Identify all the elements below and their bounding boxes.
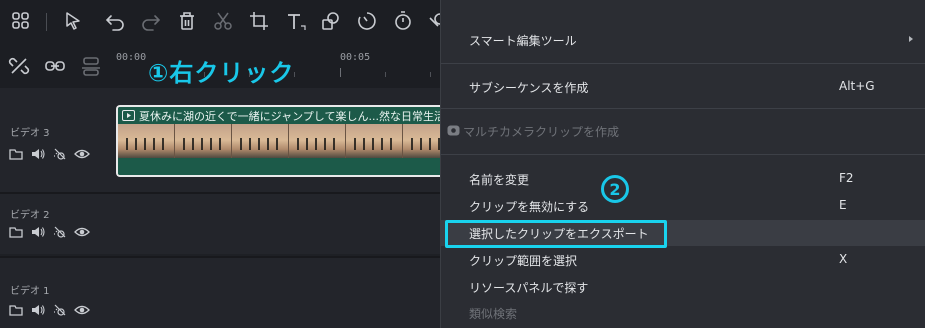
lane-video-1[interactable] [114, 258, 440, 328]
timer-icon[interactable] [392, 10, 414, 32]
menu-item-shortcut: Alt+G [839, 79, 875, 93]
shape-icon[interactable] [320, 10, 342, 32]
menu-item-create-subsequence[interactable]: サブシーケンスを作成 Alt+G [441, 74, 925, 100]
menu-item-shortcut: F2 [839, 171, 854, 185]
annotation-right-click: ①右クリック [148, 59, 295, 87]
speaker-icon[interactable] [30, 302, 46, 318]
ruler-label-5s: 00:05 [340, 52, 371, 63]
eye-icon[interactable] [74, 302, 90, 318]
clip-thumbnail [403, 124, 440, 160]
menu-item-disable-clip[interactable]: クリップを無効にする E [441, 193, 925, 219]
submenu-arrow-icon [909, 36, 913, 42]
lane-divider [0, 192, 440, 194]
menu-item-shortcut: X [839, 252, 848, 266]
lane-divider [0, 256, 440, 258]
clip-thumbnail [175, 124, 232, 160]
track-name: ビデオ 1 [10, 286, 50, 297]
menu-item-label: リソースパネルで探す [469, 281, 589, 295]
speaker-icon[interactable] [30, 146, 46, 162]
menu-item-smart-edit-tools[interactable]: スマート編集ツール [441, 27, 925, 53]
effect-toggle-icon[interactable] [52, 224, 68, 240]
ruler-label-start: 00:00 [116, 52, 147, 63]
menu-item-label: スマート編集ツール [469, 34, 577, 48]
cut-icon[interactable] [212, 10, 234, 32]
track-name: ビデオ 2 [10, 210, 50, 221]
menu-item-label: 名前を変更 [469, 173, 530, 187]
speed-icon[interactable] [356, 10, 378, 32]
effect-toggle-icon[interactable] [52, 302, 68, 318]
clip-audio-strip [118, 158, 440, 175]
annotation-step-2: 2 [601, 175, 629, 203]
eye-icon[interactable] [74, 224, 90, 240]
ruler-tick [340, 68, 341, 77]
clip-thumbnail [232, 124, 289, 160]
menu-divider [441, 108, 925, 109]
video-clip[interactable]: 夏休みに湖の近くで一緒にジャンプして楽しん...然な日常生活のコンセ [116, 105, 440, 177]
video-clip-icon [122, 110, 135, 121]
folder-icon[interactable] [8, 224, 24, 240]
menu-item-label: 類似検索 [469, 307, 518, 321]
menu-item-create-multicam-clip: マルチカメラクリップを作成 [441, 118, 925, 144]
multicam-icon [447, 125, 460, 136]
track-header-video-1[interactable]: ビデオ 1 [0, 258, 114, 328]
annotation-highlight-box [445, 220, 667, 248]
track-header-video-2[interactable]: ビデオ 2 [0, 194, 114, 254]
menu-divider [441, 63, 925, 64]
track-controls [8, 146, 90, 162]
timeline-ruler[interactable]: 00:00 00:05 ①右クリック [114, 44, 440, 88]
timeline-tool-row [0, 44, 114, 88]
effect-toggle-icon[interactable] [52, 146, 68, 162]
ruler-tick [385, 72, 386, 77]
track-controls [8, 302, 90, 318]
lane-video-2[interactable] [114, 194, 440, 254]
track-layout-icon[interactable] [80, 55, 102, 77]
delete-icon[interactable] [176, 10, 198, 32]
clip-thumbnails [118, 124, 440, 160]
undo-icon[interactable] [104, 10, 126, 32]
track-header-video-3[interactable]: ビデオ 3 [0, 88, 114, 192]
menu-item-label: サブシーケンスを作成 [469, 81, 589, 95]
menu-item-label: クリップ範囲を選択 [469, 254, 578, 268]
clip-title-bar: 夏休みに湖の近くで一緒にジャンプして楽しん...然な日常生活のコンセ [118, 107, 440, 124]
track-controls [8, 224, 90, 240]
menu-item-shortcut: E [839, 198, 847, 212]
menu-item-label: マルチカメラクリップを作成 [463, 125, 620, 139]
menu-item-label: クリップを無効にする [469, 200, 590, 214]
clip-thumbnail [346, 124, 403, 160]
menu-item-rename[interactable]: 名前を変更 F2 [441, 166, 925, 192]
clip-thumbnail [118, 124, 175, 160]
menu-item-find-in-resource-panel[interactable]: リソースパネルで探す [441, 274, 925, 300]
menu-item-similar-search: 類似検索 [441, 300, 925, 326]
clip-title: 夏休みに湖の近くで一緒にジャンプして楽しん...然な日常生活のコンセ [139, 109, 440, 123]
folder-icon[interactable] [8, 302, 24, 318]
eye-icon[interactable] [74, 146, 90, 162]
menu-item-select-clip-range[interactable]: クリップ範囲を選択 X [441, 247, 925, 273]
context-menu: スマート編集ツール サブシーケンスを作成 Alt+G マルチカメラクリップを作成… [440, 0, 925, 328]
track-name: ビデオ 3 [10, 128, 50, 139]
text-icon[interactable] [284, 10, 306, 32]
redo-icon[interactable] [140, 10, 162, 32]
toolbar-divider [46, 13, 47, 31]
folder-icon[interactable] [8, 146, 24, 162]
select-arrow-icon[interactable] [62, 10, 84, 32]
crop-icon[interactable] [248, 10, 270, 32]
main-toolbar [0, 0, 446, 44]
grid-icon[interactable] [10, 10, 32, 32]
ruler-tick [430, 72, 431, 77]
link-icon[interactable] [44, 55, 66, 77]
unlink-icon[interactable] [8, 55, 30, 77]
clip-thumbnail [289, 124, 346, 160]
menu-divider [441, 154, 925, 155]
speaker-icon[interactable] [30, 224, 46, 240]
